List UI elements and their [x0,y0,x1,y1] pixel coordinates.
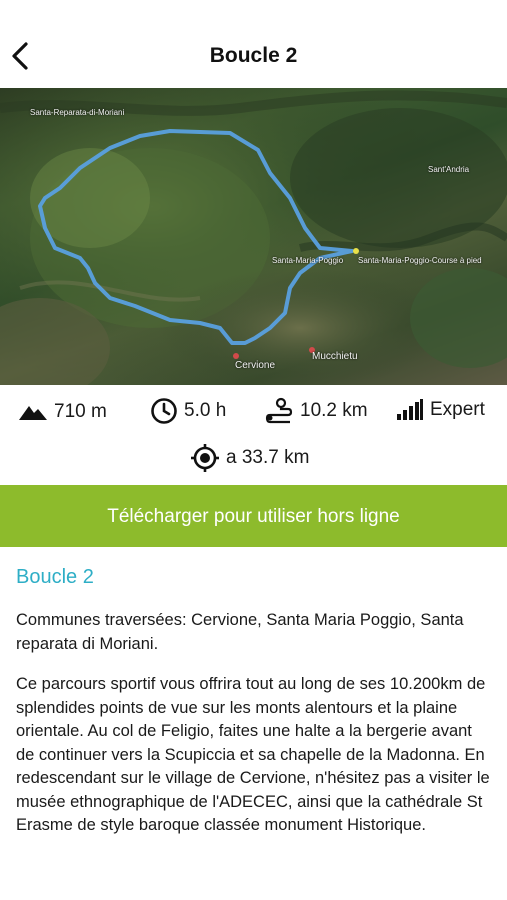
map-label-course: Santa-Maria-Poggio-Course à pied [358,256,482,265]
elevation-value: 710 m [54,401,107,422]
stat-distance-from-me: a 33.7 km [190,443,309,473]
map-label-mucchietu: Mucchietu [312,351,358,362]
trail-description: Boucle 2 Communes traversées: Cervione, … [16,566,493,855]
stat-difficulty: Expert [396,399,485,421]
trail-map[interactable]: Santa-Reparata-di-Moriani Sant'Andria Sa… [0,88,507,385]
map-label-cervione: Cervione [235,360,276,371]
top-bar: Boucle 2 [0,0,507,88]
trail-stats: 710 m 5.0 h 10.2 km Expert a 33.7 km [0,385,507,487]
clock-icon [151,398,177,424]
distance-value: 10.2 km [300,400,368,421]
trail-subtitle: Boucle 2 [16,566,94,588]
download-offline-button[interactable]: Télécharger pour utiliser hors ligne [0,485,507,547]
cervione-marker [233,353,239,359]
difficulty-value: Expert [430,399,485,420]
stat-elevation: 710 m [18,401,107,423]
page-title: Boucle 2 [209,44,298,67]
mountain-icon [19,406,47,420]
map-label-santa-reparata: Santa-Reparata-di-Moriani [30,108,125,117]
description-text: Ce parcours sportif vous offrira tout au… [16,675,490,834]
route-icon [265,397,293,424]
start-marker [353,248,359,254]
map-terrain [0,88,507,385]
stat-distance: 10.2 km [264,397,368,425]
location-target-icon [191,444,219,472]
stat-duration: 5.0 h [150,397,226,425]
distance-from-me-value: a 33.7 km [226,447,310,468]
communes-text: Communes traversées: Cervione, Santa Mar… [16,611,464,653]
map-label-santa-maria-poggio: Santa-Maria-Poggio [272,256,344,265]
duration-value: 5.0 h [184,400,227,421]
map-label-sant-andria: Sant'Andria [428,165,470,174]
signal-bars-icon [397,399,423,420]
